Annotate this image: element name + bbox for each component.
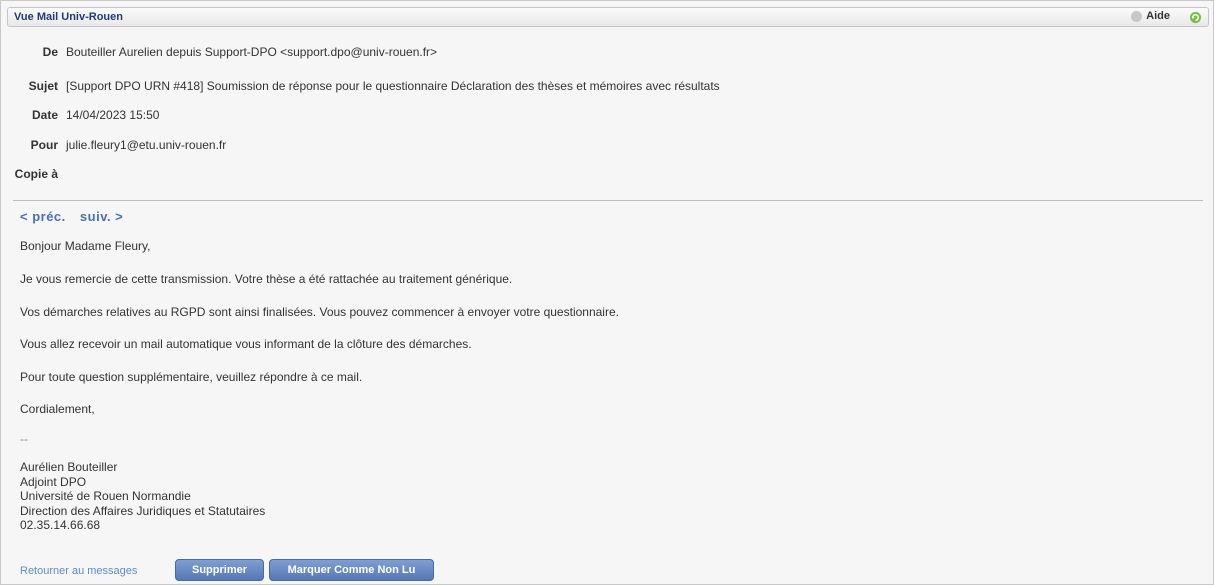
date-value: 14/04/2023 15:50 — [66, 108, 160, 122]
help-icon — [1131, 10, 1143, 22]
subject-row: Sujet [Support DPO URN #418] Soumission … — [1, 79, 720, 95]
from-row: De Bouteiller Aurelien depuis Support-DP… — [1, 45, 437, 61]
body-paragraph: Pour toute question supplémentaire, veui… — [20, 370, 363, 384]
closing: Cordialement, — [20, 402, 95, 416]
signature: Aurélien Bouteiller Adjoint DPO Universi… — [20, 460, 265, 533]
refresh-icon[interactable] — [1189, 11, 1202, 24]
to-label: Pour — [30, 138, 58, 152]
mark-unread-button[interactable]: Marquer Comme Non Lu — [269, 559, 434, 581]
cc-row: Copie à — [1, 167, 66, 183]
mail-window: Vue Mail Univ-Rouen Aide De Bouteiller A… — [0, 0, 1214, 585]
signature-role: Adjoint DPO — [20, 474, 87, 489]
back-to-messages-link[interactable]: Retourner au messages — [20, 565, 137, 577]
body-paragraph: Vos démarches relatives au RGPD sont ain… — [20, 305, 619, 319]
next-message-link[interactable]: suiv. > — [80, 209, 123, 224]
body-paragraph: Je vous remercie de cette transmission. … — [20, 272, 513, 286]
header-divider — [13, 200, 1203, 201]
signature-org: Université de Rouen Normandie — [20, 489, 191, 503]
greeting: Bonjour Madame Fleury, — [20, 239, 151, 253]
signature-phone: 02.35.14.66.68 — [20, 518, 101, 532]
signature-separator: -- — [20, 432, 28, 446]
to-row: Pour julie.fleury1@etu.univ-rouen.fr — [1, 138, 227, 154]
from-label: De — [42, 45, 58, 59]
delete-button[interactable]: Supprimer — [175, 559, 264, 581]
help-link[interactable]: Aide — [1131, 10, 1170, 22]
date-row: Date 14/04/2023 15:50 — [1, 108, 159, 124]
signature-dept: Direction des Affaires Juridiques et Sta… — [20, 503, 266, 518]
to-value: julie.fleury1@etu.univ-rouen.fr — [66, 138, 227, 152]
body-paragraph: Vous allez recevoir un mail automatique … — [20, 337, 472, 351]
app-title: Vue Mail Univ-Rouen — [14, 11, 123, 23]
prev-message-link[interactable]: < préc. — [20, 209, 66, 224]
subject-label: Sujet — [28, 79, 58, 93]
signature-name: Aurélien Bouteiller — [20, 460, 118, 474]
help-label: Aide — [1146, 10, 1170, 22]
date-label: Date — [31, 108, 58, 122]
from-value: Bouteiller Aurelien depuis Support-DPO <… — [66, 45, 438, 59]
message-nav: < préc. suiv. > — [20, 209, 133, 224]
title-bar: Vue Mail Univ-Rouen Aide — [7, 7, 1209, 27]
subject-value: [Support DPO URN #418] Soumission de rép… — [66, 79, 720, 93]
cc-label: Copie à — [14, 167, 58, 181]
